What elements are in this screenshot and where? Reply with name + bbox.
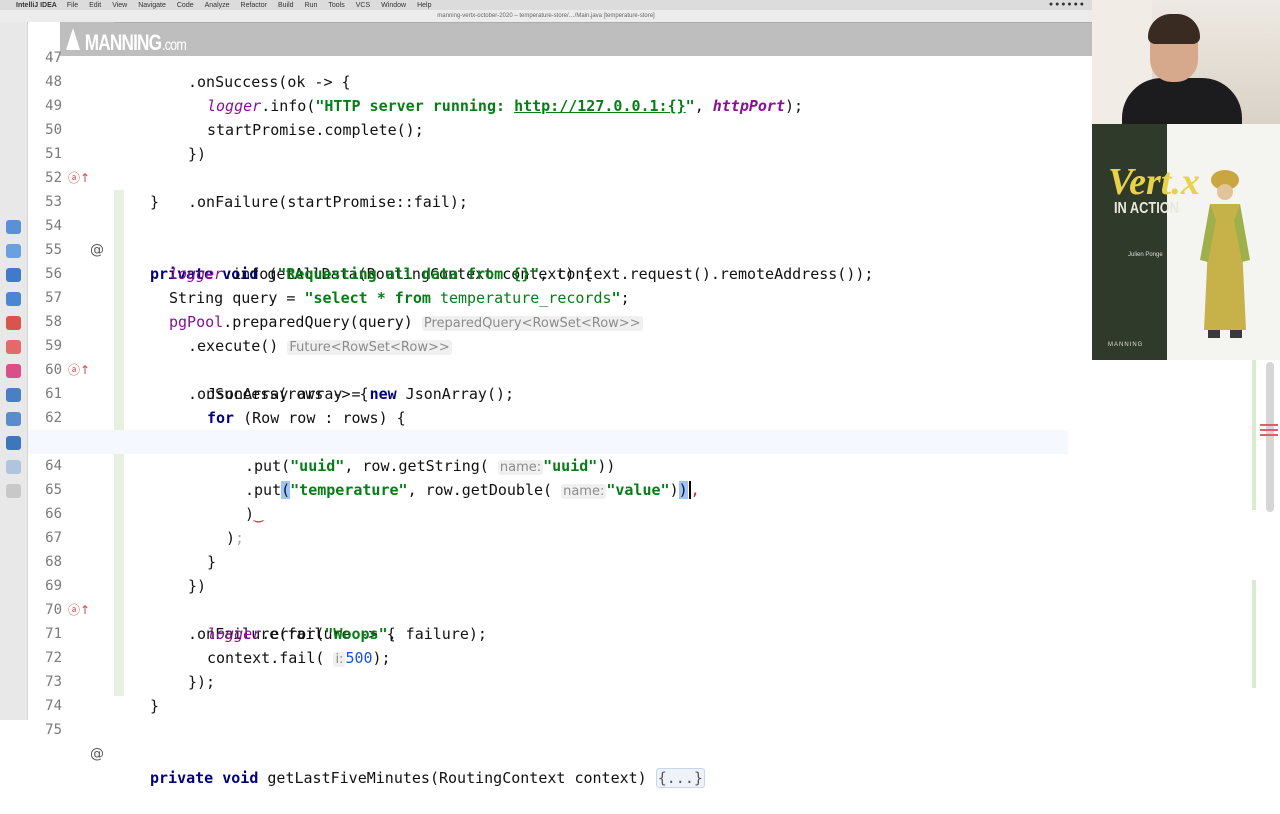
logo-suffix: .com xyxy=(162,37,187,54)
code-line[interactable]: 74 xyxy=(28,670,1068,714)
menu-view[interactable]: View xyxy=(112,2,127,9)
code-line[interactable]: 67 } xyxy=(28,502,1068,571)
problems-tool-icon[interactable] xyxy=(6,340,21,354)
manning-logo: MANNING .com xyxy=(66,28,187,56)
database-tool-icon[interactable] xyxy=(6,292,21,306)
menu-edit[interactable]: Edit xyxy=(89,2,101,9)
status-icons: ● ● ● ● ● ● xyxy=(1048,1,1084,8)
scrollbar-thumb[interactable] xyxy=(1266,362,1274,512)
manning-logo-icon xyxy=(66,28,81,50)
menu-analyze[interactable]: Analyze xyxy=(205,2,230,9)
code-line[interactable]: 63 .put("uuid", row.getString( name:"uui… xyxy=(28,406,1068,475)
services-tool-icon[interactable] xyxy=(6,412,21,426)
code-line[interactable]: 58 .execute() Future<RowSet<Row>> xyxy=(28,286,1068,355)
webcam-feed xyxy=(1092,0,1280,124)
book-title: Vert.x xyxy=(1108,161,1200,203)
code-line[interactable]: 62 array.add(new JsonObject() xyxy=(28,382,1068,451)
code-line[interactable]: 55 logger.info("Requesting all data from… xyxy=(28,214,1068,283)
menu-build[interactable]: Build xyxy=(278,2,294,9)
structure-tool-icon[interactable] xyxy=(6,244,21,258)
menu-run[interactable]: Run xyxy=(305,2,318,9)
code-line-current[interactable]: 64 .put("temperature", row.getDouble( na… xyxy=(28,430,1068,499)
code-editor[interactable]: 47 .onSuccess(ok -> { 48 logger.info("HT… xyxy=(28,22,1092,788)
book-publisher: MANNING xyxy=(1108,342,1144,348)
code-line[interactable]: 70 logger.error("Woops", failure); xyxy=(28,574,1068,643)
code-line[interactable]: 65 )‿ xyxy=(28,454,1068,523)
git-tool-icon[interactable] xyxy=(6,436,21,450)
error-stripe[interactable] xyxy=(1260,429,1278,431)
logo-banner xyxy=(60,22,1092,56)
code-line[interactable]: 50 }) xyxy=(28,94,1068,163)
code-line[interactable]: 53 xyxy=(28,166,1068,210)
code-line[interactable]: 61 for (Row row : rows) { xyxy=(28,358,1068,427)
code-line[interactable]: 69 ⓐ↑ .onFailure(failure -> { xyxy=(28,550,1068,643)
notifications-icon[interactable] xyxy=(6,484,21,498)
code-line[interactable]: 73 } xyxy=(28,646,1068,715)
code-line[interactable]: 54 @ private void getAllData(RoutingCont… xyxy=(28,190,1068,283)
code-line[interactable]: 52 } xyxy=(28,142,1068,211)
book-cover-figure xyxy=(1200,170,1250,338)
line-number: 75 xyxy=(45,722,62,738)
book-subtitle: IN ACTION xyxy=(1114,200,1179,217)
code-line[interactable]: 57 pgPool.preparedQuery(query) PreparedQ… xyxy=(28,262,1068,331)
book-author: Julien Ponge xyxy=(1128,252,1163,258)
menu-vcs[interactable]: VCS xyxy=(356,2,370,9)
menu-file[interactable]: File xyxy=(67,2,78,9)
event-log-icon[interactable] xyxy=(6,460,21,474)
terminal-tool-icon[interactable] xyxy=(6,388,21,402)
code-line[interactable]: 72 }); xyxy=(28,622,1068,691)
code-line[interactable]: 51 ⓐ↑ .onFailure(startPromise::fail); xyxy=(28,118,1068,211)
menu-code[interactable]: Code xyxy=(177,2,194,9)
code-line[interactable]: 68 }) xyxy=(28,526,1068,595)
project-tool-icon[interactable] xyxy=(6,220,21,234)
annotation-icon[interactable]: @ xyxy=(90,742,104,766)
menu-help[interactable]: Help xyxy=(417,2,431,9)
logo-brand: MANNING xyxy=(84,30,162,55)
error-stripe[interactable] xyxy=(1260,424,1278,426)
code-line[interactable]: 56 String query = "select * from tempera… xyxy=(28,238,1068,307)
menu-app-name[interactable]: IntelliJ IDEA xyxy=(16,2,57,9)
code-text: private void getLastFiveMinutes(RoutingC… xyxy=(150,768,705,788)
menu-navigate[interactable]: Navigate xyxy=(138,2,166,9)
book-cover: Vert.x IN ACTION Julien Ponge MANNING xyxy=(1092,124,1280,360)
code-line[interactable]: 60 JsonArray array = new JsonArray(); xyxy=(28,334,1068,403)
macos-menu-bar: IntelliJ IDEA File Edit View Navigate Co… xyxy=(0,0,1092,10)
code-line[interactable]: 71 context.fail( i: 500); xyxy=(28,598,1068,667)
error-stripe[interactable] xyxy=(1260,434,1278,436)
left-tool-strip xyxy=(0,22,28,720)
menu-tools[interactable]: Tools xyxy=(328,2,344,9)
menu-refactor[interactable]: Refactor xyxy=(241,2,267,9)
menu-window[interactable]: Window xyxy=(381,2,406,9)
gradle-tool-icon[interactable] xyxy=(6,268,21,282)
change-marker xyxy=(1252,360,1256,510)
code-line[interactable]: 59 ⓐ↑ .onSuccess(rows -> { xyxy=(28,310,1068,403)
code-line[interactable]: 66 ); xyxy=(28,478,1068,547)
todo-tool-icon[interactable] xyxy=(6,316,21,330)
code-line[interactable]: 49 startPromise.complete(); xyxy=(28,70,1068,139)
folded-region[interactable]: {...} xyxy=(655,768,705,788)
favorites-tool-icon[interactable] xyxy=(6,364,21,378)
code-line[interactable]: 75 @ private void getLastFiveMinutes(Rou… xyxy=(28,694,1068,788)
change-marker xyxy=(1252,580,1256,688)
